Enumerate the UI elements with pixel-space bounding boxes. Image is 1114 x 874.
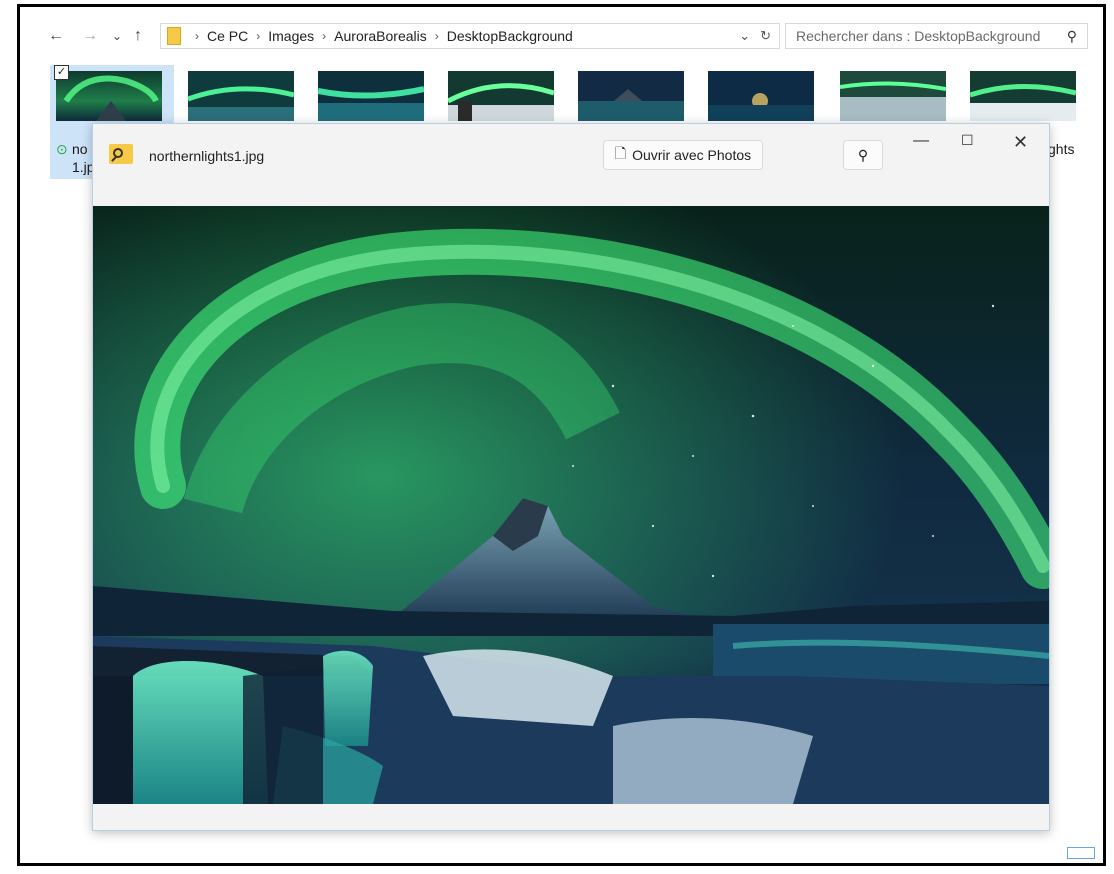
- close-icon[interactable]: ✕: [1013, 132, 1028, 153]
- search-placeholder: Rechercher dans : DesktopBackground: [796, 28, 1041, 44]
- view-mode-indicator[interactable]: [1067, 847, 1095, 859]
- search-icon[interactable]: ⚲: [1067, 28, 1077, 45]
- recent-locations-button[interactable]: ⌄: [112, 27, 122, 45]
- address-dropdown-icon[interactable]: ⌄: [739, 28, 750, 44]
- up-button[interactable]: ↑: [134, 27, 142, 45]
- folder-icon: [167, 27, 181, 45]
- viewer-app-icon: [109, 144, 133, 164]
- screenshot-frame: ← → ⌄ ↑ › Ce PC › Images › AuroraBoreali…: [17, 4, 1106, 866]
- viewer-image: [93, 206, 1049, 804]
- back-button[interactable]: ←: [48, 27, 64, 45]
- check-icon[interactable]: ✓: [54, 65, 69, 80]
- document-icon: 🗋: [614, 145, 627, 161]
- thumbnail-label-right: ghts: [1048, 141, 1075, 157]
- breadcrumb-item[interactable]: DesktopBackground: [447, 28, 573, 44]
- breadcrumb-item[interactable]: Ce PC: [207, 28, 248, 44]
- search-input[interactable]: Rechercher dans : DesktopBackground ⚲: [785, 23, 1088, 49]
- thumbnail-label-line1: no: [72, 141, 88, 157]
- viewer-titlebar: northernlights1.jpg 🗋 Ouvrir avec Photos…: [93, 124, 1049, 206]
- pin-button[interactable]: ⚲: [843, 140, 883, 170]
- thumbnail-image[interactable]: [578, 71, 684, 121]
- pin-icon: ⚲: [857, 146, 869, 163]
- open-with-photos-button[interactable]: 🗋 Ouvrir avec Photos: [603, 140, 763, 170]
- refresh-icon[interactable]: ↻: [760, 28, 771, 44]
- thumbnail-image[interactable]: [708, 71, 814, 121]
- explorer-address-row: ← → ⌄ ↑ › Ce PC › Images › AuroraBoreali…: [20, 21, 1103, 53]
- sync-status-icon: ⊙: [56, 141, 68, 157]
- breadcrumb-item[interactable]: AuroraBorealis: [334, 28, 427, 44]
- thumbnail-image[interactable]: [448, 71, 554, 121]
- thumbnail-image[interactable]: [56, 71, 162, 121]
- forward-button[interactable]: →: [82, 27, 98, 45]
- photo-viewer-window: northernlights1.jpg 🗋 Ouvrir avec Photos…: [92, 123, 1050, 831]
- thumbnail-image[interactable]: [188, 71, 294, 121]
- viewer-filename: northernlights1.jpg: [149, 148, 265, 164]
- thumbnail-image[interactable]: [318, 71, 424, 121]
- thumbnail-image[interactable]: [970, 71, 1076, 121]
- breadcrumb-item[interactable]: Images: [268, 28, 314, 44]
- thumbnail-image[interactable]: [840, 71, 946, 121]
- address-bar[interactable]: › Ce PC › Images › AuroraBorealis › Desk…: [160, 23, 780, 49]
- maximize-icon[interactable]: ☐: [961, 132, 974, 149]
- minimize-icon[interactable]: —: [913, 132, 929, 150]
- open-with-photos-label: Ouvrir avec Photos: [632, 147, 752, 163]
